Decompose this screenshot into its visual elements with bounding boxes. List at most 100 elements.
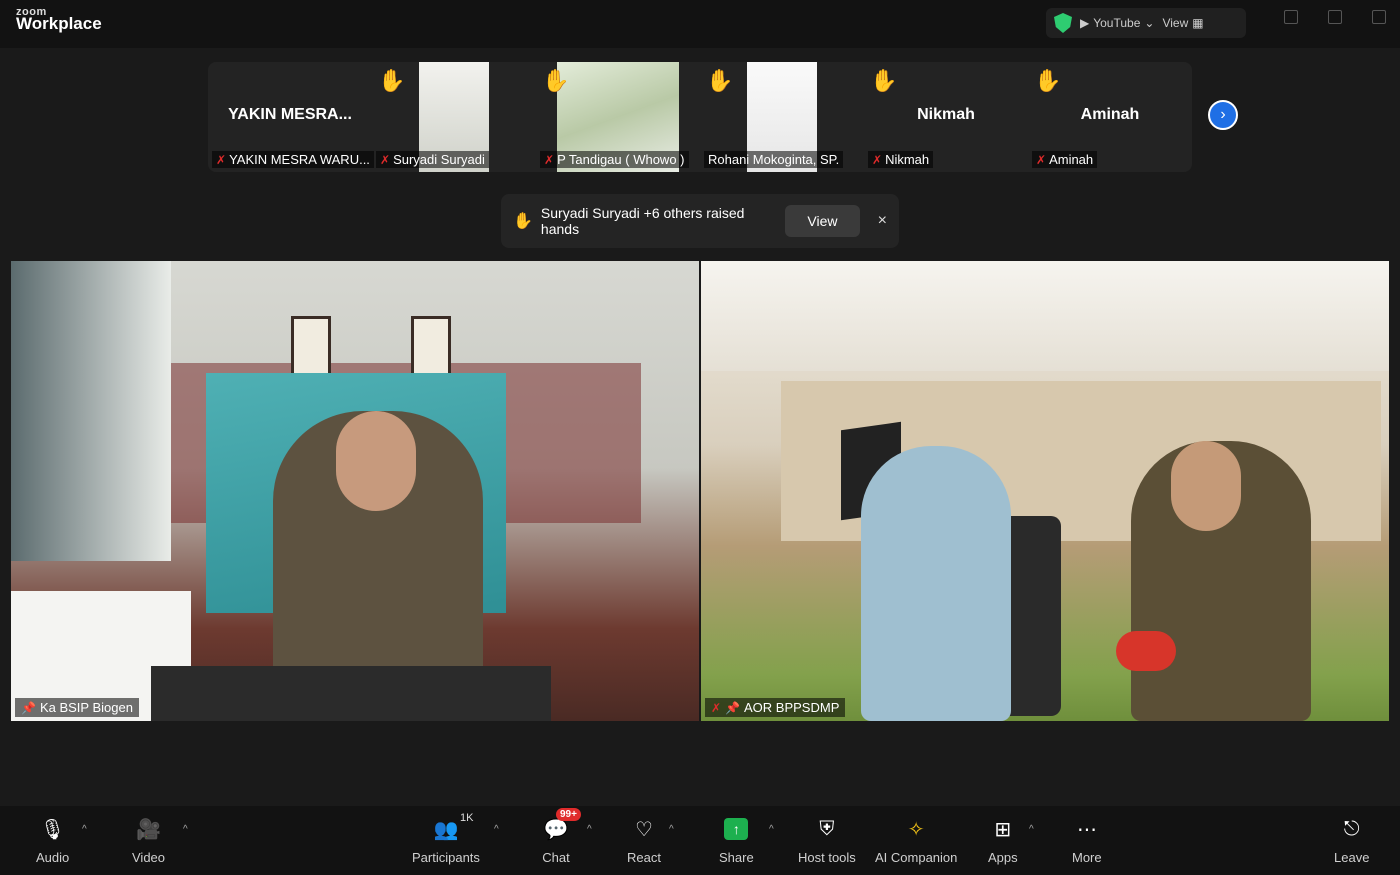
youtube-label: YouTube [1093, 16, 1141, 30]
security-shield-icon[interactable] [1054, 13, 1072, 33]
view-raised-hands-button[interactable]: View [785, 205, 860, 237]
video-button[interactable]: 🎥 Video [132, 816, 166, 866]
video-name-tag: ✗ 📌 AOR BPPSDMP [705, 698, 846, 717]
youtube-icon: ▶ [1080, 16, 1090, 30]
mic-muted-icon: ✗ [380, 152, 391, 167]
raised-hand-icon: ✋ [1034, 68, 1062, 93]
audio-button[interactable]: 🎙 Audio [36, 816, 70, 866]
participants-caret-icon[interactable]: ^ [494, 824, 499, 835]
ai-companion-button[interactable]: ✧ AI Companion [875, 816, 958, 866]
apps-icon: ⊞ [994, 818, 1012, 841]
participant-name: Rohani Mokoginta, SP. [708, 152, 840, 167]
chat-caret-icon[interactable]: ^ [587, 824, 592, 835]
video-pane-right[interactable]: ✗ 📌 AOR BPPSDMP [701, 261, 1389, 721]
raised-hand-icon: ✋ [513, 213, 533, 230]
share-label: Share [719, 850, 754, 865]
more-button[interactable]: ⋯ More [1072, 816, 1102, 866]
react-button[interactable]: ♡ React [627, 816, 661, 866]
meeting-toolbar: 🎙 Audio ^ 🎥 Video ^ 👥 1K Participants ^ 💬… [0, 806, 1400, 875]
participant-name: P Tandigau ( Whowo ) [557, 152, 685, 167]
participants-icon: 👥 1K [433, 812, 474, 841]
portrait-frame [411, 316, 451, 376]
mic-muted-icon: ✗ [216, 152, 227, 167]
audio-label: Audio [36, 850, 70, 865]
window-controls [1284, 10, 1386, 24]
mic-muted-icon: ✗ [1036, 152, 1047, 167]
mic-muted-icon: ✗ [872, 152, 883, 167]
chevron-down-icon: ⌄ [1144, 16, 1155, 30]
mic-muted-icon: ✗ [544, 152, 555, 167]
close-icon[interactable]: × [878, 212, 887, 230]
more-dots-icon: ⋯ [1076, 818, 1097, 841]
participant-name-tag: ✗ P Tandigau ( Whowo ) [540, 151, 689, 168]
leave-button[interactable]: ⎋ Leave [1334, 816, 1370, 866]
minimize-icon[interactable] [1284, 10, 1298, 24]
audio-options-caret-icon[interactable]: ^ [82, 824, 87, 835]
portrait-frame [291, 316, 331, 376]
participant-name-tag: ✗ YAKIN MESRA WARU... [212, 151, 374, 168]
participant-tile[interactable]: YAKIN MESRA... ✗ YAKIN MESRA WARU... [208, 62, 374, 172]
video-label: Video [132, 850, 166, 865]
flowers [1116, 631, 1176, 671]
chat-button[interactable]: 💬 99+ Chat [542, 808, 581, 865]
top-right-controls: ▶ YouTube ⌄ View ▦ [1046, 8, 1246, 38]
share-arrow-icon: ↑ [724, 818, 749, 840]
participant-name-tag: ✗ Suryadi Suryadi [376, 151, 489, 168]
leave-door-icon: ⎋ [1343, 817, 1360, 840]
brand-bottom: Workplace [16, 14, 102, 33]
raised-hands-text: Suryadi Suryadi +6 others raised hands [540, 205, 745, 237]
close-window-icon[interactable] [1372, 10, 1386, 24]
raised-hand-icon: ✋ [542, 68, 570, 93]
youtube-menu[interactable]: ▶ YouTube ⌄ [1080, 16, 1154, 30]
sparkle-icon: ✧ [907, 818, 925, 841]
chat-badge: 99+ [556, 808, 581, 821]
ceiling [701, 261, 1389, 371]
participant-name-tag: ✗ Nikmah [868, 151, 934, 168]
participant-name-tag: ✗ Aminah [1032, 151, 1098, 168]
raised-hand-icon: ✋ [870, 68, 898, 93]
participants-button[interactable]: 👥 1K Participants [412, 812, 480, 865]
leave-label: Leave [1334, 850, 1370, 865]
raised-hand-icon: ✋ [378, 68, 406, 93]
next-page-button[interactable]: › [1208, 100, 1238, 130]
video-options-caret-icon[interactable]: ^ [183, 824, 188, 835]
video-pane-left[interactable]: 📌 Ka BSIP Biogen [11, 261, 699, 721]
view-menu[interactable]: View ▦ [1162, 16, 1203, 30]
title-bar: zoom Workplace ▶ YouTube ⌄ View ▦ [0, 0, 1400, 48]
pin-icon: 📌 [21, 700, 36, 715]
heart-icon: ♡ [635, 818, 653, 841]
participant-name: YAKIN MESRA WARU... [229, 152, 370, 167]
participant-big-name: Aminah [1080, 106, 1140, 123]
speaker-head [336, 411, 416, 511]
react-label: React [627, 850, 661, 865]
pin-icon: 📌 [725, 700, 741, 715]
share-button[interactable]: ↑ Share [719, 816, 754, 865]
apps-caret-icon[interactable]: ^ [1029, 824, 1034, 835]
room-window [11, 261, 171, 561]
participants-label: Participants [412, 850, 480, 865]
chat-icon: 💬 99+ [542, 808, 581, 842]
participant-big-name: YAKIN MESRA... [228, 106, 352, 123]
react-caret-icon[interactable]: ^ [669, 824, 674, 835]
participant-man-head [1171, 441, 1241, 531]
view-label: View [1162, 16, 1189, 30]
share-caret-icon[interactable]: ^ [769, 824, 774, 835]
host-tools-button[interactable]: ⛨ Host tools [798, 816, 856, 866]
zoom-workplace-logo: zoom Workplace [16, 6, 102, 33]
participant-name-tag: Rohani Mokoginta, SP. [704, 151, 844, 168]
participant-name: Suryadi Suryadi [393, 152, 485, 167]
apps-button[interactable]: ⊞ Apps [988, 816, 1018, 866]
mic-muted-icon: ✗ [711, 700, 722, 715]
raised-hands-banner: ✋ Suryadi Suryadi +6 others raised hands… [501, 194, 899, 248]
ai-companion-label: AI Companion [875, 850, 958, 865]
apps-label: Apps [988, 850, 1018, 865]
shield-icon: ⛨ [819, 817, 835, 840]
participant-name: Nikmah [885, 152, 930, 167]
grid-icon: ▦ [1192, 16, 1204, 30]
video-name-tag: 📌 Ka BSIP Biogen [15, 698, 139, 717]
host-tools-label: Host tools [798, 850, 856, 865]
video-participant-name: Ka BSIP Biogen [39, 700, 133, 715]
share-icon-wrap: ↑ [722, 816, 750, 842]
more-label: More [1072, 850, 1102, 865]
maximize-icon[interactable] [1328, 10, 1342, 24]
